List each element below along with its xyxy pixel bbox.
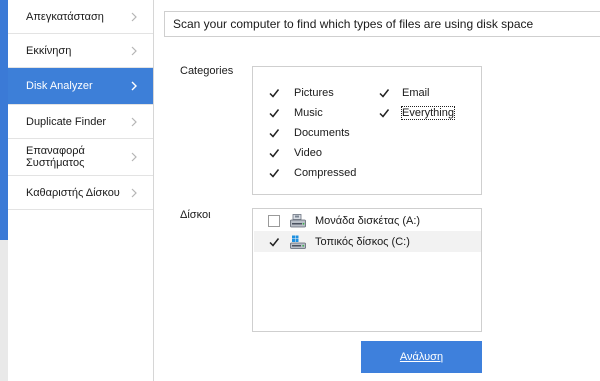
categories-panel: Pictures Music Documents Video Compresse…: [252, 66, 482, 195]
window-edge: [0, 0, 8, 381]
checkbox[interactable]: [268, 236, 280, 248]
sidebar-item-duplicate-finder[interactable]: Duplicate Finder: [8, 105, 153, 139]
chevron-right-icon: [131, 188, 137, 197]
category-music[interactable]: Music: [268, 105, 323, 121]
disks-label: Δίσκοι: [180, 209, 211, 221]
checkbox[interactable]: [268, 214, 280, 227]
checkbox[interactable]: [268, 147, 280, 159]
category-label: Everything: [401, 106, 455, 120]
chevron-right-icon: [131, 46, 137, 55]
checkmark-icon: [269, 169, 280, 178]
description-banner: Scan your computer to find which types o…: [164, 11, 600, 37]
description-text: Scan your computer to find which types o…: [173, 17, 534, 31]
sidebar-item-disk-cleaner[interactable]: Καθαριστής Δίσκου: [8, 176, 153, 210]
chevron-right-icon: [131, 12, 137, 21]
category-compressed[interactable]: Compressed: [268, 165, 356, 181]
drive-label: Τοπικός δίσκος (C:): [315, 235, 410, 248]
checkmark-icon: [269, 129, 280, 138]
sidebar-item-label: Καθαριστής Δίσκου: [26, 186, 120, 199]
drive-label: Μονάδα δισκέτας (A:): [315, 214, 421, 227]
checkbox[interactable]: [268, 167, 280, 179]
sidebar-item-label: Απεγκατάσταση: [26, 10, 104, 23]
checkbox[interactable]: [378, 87, 390, 99]
sidebar-item-system-restore[interactable]: Επαναφορά Συστήματος: [8, 139, 153, 176]
chevron-right-icon: [131, 117, 137, 126]
checkmark-icon: [379, 89, 390, 98]
category-everything[interactable]: Everything: [378, 105, 455, 121]
category-pictures[interactable]: Pictures: [268, 85, 334, 101]
checkbox[interactable]: [268, 127, 280, 139]
sidebar-item-startup[interactable]: Εκκίνηση: [8, 34, 153, 68]
local-disk-icon: [290, 235, 306, 249]
checkbox[interactable]: [268, 107, 280, 119]
checkmark-icon: [269, 149, 280, 158]
sidebar-item-disk-analyzer[interactable]: Disk Analyzer: [8, 68, 153, 105]
category-label: Music: [294, 107, 323, 119]
category-label: Compressed: [294, 167, 357, 179]
chevron-right-icon: [131, 81, 137, 91]
category-video[interactable]: Video: [268, 145, 322, 161]
checkmark-icon: [269, 237, 280, 247]
drive-row-local-disk[interactable]: Τοπικός δίσκος (C:): [254, 231, 481, 252]
checkmark-icon: [269, 89, 280, 98]
drive-row-floppy[interactable]: Μονάδα δισκέτας (A:): [254, 210, 481, 231]
sidebar-item-uninstall[interactable]: Απεγκατάσταση: [8, 0, 153, 34]
categories-label: Categories: [180, 65, 234, 77]
sidebar-item-label: Επαναφορά Συστήματος: [26, 145, 85, 169]
checkbox[interactable]: [268, 87, 280, 99]
sidebar: Απεγκατάσταση Εκκίνηση Disk Analyzer Dup…: [8, 0, 154, 381]
analyze-button[interactable]: Ανάλυση: [361, 341, 482, 373]
sidebar-item-label: Disk Analyzer: [26, 80, 93, 92]
checkmark-icon: [269, 109, 280, 118]
category-email[interactable]: Email: [378, 85, 430, 101]
window-edge-accent: [0, 0, 8, 240]
disks-panel: Μονάδα δισκέτας (A:) Τοπικός δίσκος (C:): [252, 208, 482, 332]
category-label: Email: [402, 87, 430, 99]
checkbox[interactable]: [378, 107, 390, 119]
floppy-drive-icon: [290, 213, 306, 228]
chevron-right-icon: [131, 152, 137, 162]
checkmark-icon: [379, 109, 390, 118]
category-label: Pictures: [294, 87, 334, 99]
category-documents[interactable]: Documents: [268, 125, 350, 141]
sidebar-item-label: Εκκίνηση: [26, 44, 72, 57]
category-label: Documents: [294, 127, 350, 139]
category-label: Video: [294, 147, 322, 159]
sidebar-item-label: Duplicate Finder: [26, 115, 107, 128]
